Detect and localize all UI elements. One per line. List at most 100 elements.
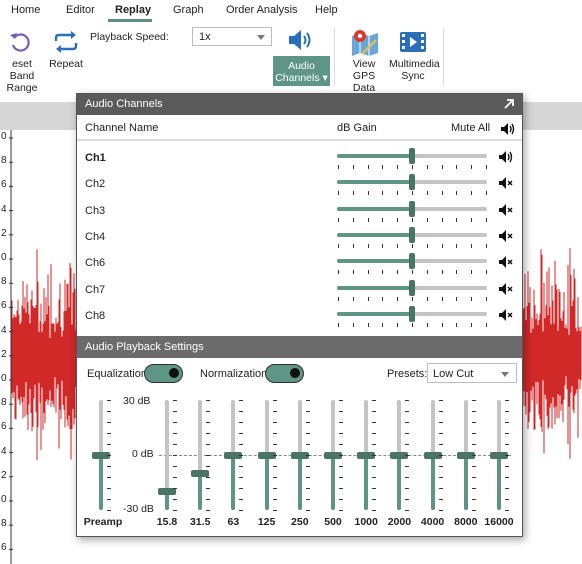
y-axis-tick-label: 0 bbox=[1, 252, 7, 263]
speaker-muted-icon[interactable] bbox=[498, 229, 514, 243]
eq-band-slider[interactable] bbox=[158, 400, 176, 510]
gain-slider[interactable] bbox=[337, 279, 487, 296]
eq-tick bbox=[505, 433, 509, 434]
eq-band-slider[interactable] bbox=[224, 400, 243, 510]
mute-all-speaker-icon[interactable] bbox=[500, 122, 516, 136]
eq-band-slider[interactable] bbox=[191, 400, 210, 510]
gain-tick bbox=[338, 270, 339, 275]
map-icon[interactable] bbox=[350, 28, 380, 56]
eq-tick bbox=[206, 510, 211, 511]
channel-name: Ch2 bbox=[85, 178, 106, 191]
preset-value: Low Cut bbox=[433, 368, 474, 380]
speaker-muted-icon[interactable] bbox=[498, 308, 514, 322]
eq-tick bbox=[471, 400, 476, 401]
speaker-muted-icon[interactable] bbox=[498, 203, 514, 217]
mute-all-label[interactable]: Mute All bbox=[451, 122, 490, 134]
menu-editor[interactable]: Editor bbox=[66, 4, 95, 16]
eq-tick bbox=[206, 444, 211, 445]
gain-tick bbox=[352, 243, 354, 248]
reset-band-range-button[interactable]: eset Band Range bbox=[0, 58, 44, 94]
gain-tick bbox=[486, 243, 487, 248]
gain-tick bbox=[397, 296, 399, 301]
gain-tick bbox=[382, 270, 384, 275]
eq-tick bbox=[272, 400, 277, 401]
expand-icon[interactable] bbox=[502, 97, 516, 111]
eq-tick bbox=[107, 400, 111, 401]
repeat-icon[interactable] bbox=[52, 30, 80, 54]
gain-tick bbox=[412, 165, 413, 169]
eq-band-slider-thumb[interactable] bbox=[191, 469, 210, 477]
eq-band-slider[interactable] bbox=[257, 400, 276, 510]
eq-tick bbox=[305, 422, 310, 423]
gain-tick bbox=[382, 296, 384, 301]
repeat-button[interactable]: Repeat bbox=[47, 58, 85, 70]
equalization-toggle[interactable] bbox=[144, 364, 183, 383]
gain-slider-thumb[interactable] bbox=[409, 200, 415, 217]
audio-channels-button[interactable]: Audio Channels ▾ bbox=[273, 22, 330, 86]
gain-slider[interactable] bbox=[337, 253, 487, 270]
speaker-icon bbox=[289, 30, 311, 50]
gain-tick bbox=[441, 243, 443, 248]
film-icon[interactable] bbox=[399, 31, 427, 53]
normalization-toggle[interactable] bbox=[265, 364, 304, 383]
eq-tick bbox=[372, 510, 377, 511]
playback-speed-select[interactable]: 1x bbox=[192, 27, 272, 46]
gain-slider-thumb[interactable] bbox=[409, 305, 415, 322]
gain-slider-thumb[interactable] bbox=[409, 148, 415, 164]
eq-band-slider[interactable] bbox=[390, 400, 409, 510]
menu-help[interactable]: Help bbox=[315, 4, 338, 16]
eq-band-slider-thumb[interactable] bbox=[158, 488, 176, 496]
menu-home[interactable]: Home bbox=[11, 4, 40, 16]
gain-slider-fill bbox=[337, 311, 412, 316]
toggle-knob bbox=[290, 368, 300, 378]
eq-tick bbox=[438, 455, 443, 456]
y-axis-tick-label: 0 bbox=[1, 494, 7, 505]
menu-replay[interactable]: Replay bbox=[115, 4, 151, 16]
gain-tick bbox=[352, 165, 354, 169]
gain-tick bbox=[456, 191, 458, 196]
eq-band-slider[interactable] bbox=[357, 400, 376, 510]
presets-select[interactable]: Low Cut bbox=[427, 363, 517, 383]
gain-tick bbox=[471, 217, 473, 222]
channel-row: Ch8 bbox=[77, 302, 522, 328]
gain-tick bbox=[338, 322, 339, 327]
eq-band-slider[interactable] bbox=[456, 400, 475, 510]
preamp-slider[interactable] bbox=[92, 400, 110, 510]
reset-icon[interactable] bbox=[8, 30, 32, 54]
gain-tick bbox=[486, 296, 487, 301]
ribbon-separator bbox=[443, 28, 444, 86]
gain-slider-thumb[interactable] bbox=[409, 279, 415, 296]
y-axis-tick-label: 0 bbox=[1, 373, 7, 384]
gain-slider[interactable] bbox=[337, 226, 487, 243]
gain-slider[interactable] bbox=[337, 174, 487, 191]
eq-tick bbox=[339, 411, 343, 412]
speaker-muted-icon[interactable] bbox=[498, 255, 514, 269]
channel-row: Ch1 bbox=[77, 144, 522, 170]
gain-tick bbox=[367, 270, 369, 275]
toggle-knob bbox=[169, 368, 179, 378]
menu-order-analysis[interactable]: Order Analysis bbox=[226, 4, 298, 16]
eq-tick bbox=[405, 477, 410, 478]
gain-slider-thumb[interactable] bbox=[409, 226, 415, 243]
gain-tick bbox=[397, 243, 399, 248]
channel-row: Ch6 bbox=[77, 249, 522, 275]
eq-band-slider[interactable] bbox=[290, 400, 309, 510]
speaker-muted-icon[interactable] bbox=[498, 176, 514, 190]
eq-band-slider[interactable] bbox=[324, 400, 342, 510]
channel-name: Ch6 bbox=[85, 257, 106, 270]
menu-graph[interactable]: Graph bbox=[173, 4, 204, 16]
speaker-muted-icon[interactable] bbox=[498, 282, 514, 296]
gain-slider-thumb[interactable] bbox=[409, 174, 415, 191]
view-gps-data-button[interactable]: View GPS Data bbox=[341, 58, 387, 94]
gain-tick bbox=[426, 191, 428, 196]
multimedia-sync-button[interactable]: Multimedia Sync bbox=[389, 58, 440, 82]
eq-tick bbox=[107, 455, 111, 456]
gain-slider[interactable] bbox=[337, 200, 487, 217]
eq-band-slider[interactable] bbox=[490, 400, 508, 510]
gain-slider[interactable] bbox=[337, 305, 487, 322]
eq-band-slider[interactable] bbox=[423, 400, 442, 510]
eq-band-slider-fill bbox=[231, 455, 236, 510]
speaker-icon[interactable] bbox=[498, 150, 514, 164]
gain-slider[interactable] bbox=[337, 148, 487, 164]
gain-slider-thumb[interactable] bbox=[409, 253, 415, 270]
